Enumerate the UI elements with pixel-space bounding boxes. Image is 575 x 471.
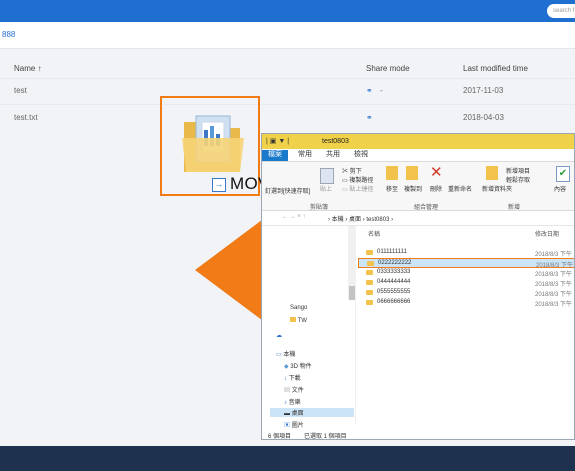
address-path[interactable]: › 本機 › 桌面 › test0803 ›: [328, 214, 393, 223]
pin-quick-access-button[interactable]: 釘選到[快速存取]: [265, 186, 310, 195]
nav-item-onedrive[interactable]: ☁: [276, 332, 282, 339]
column-name[interactable]: 名稱: [368, 229, 380, 238]
quick-access-toolbar[interactable]: | ▣ ▼ |: [266, 137, 289, 145]
nav-item-3d-objects[interactable]: ◆ 3D 物件: [284, 361, 312, 370]
nav-item-tw[interactable]: TW: [290, 317, 307, 324]
nav-item-pictures[interactable]: ▣ 圖片: [284, 420, 304, 429]
ribbon-group-label: 新增: [508, 205, 521, 211]
folder-row-selected[interactable]: 0222222222 2018/8/3 下午: [358, 258, 574, 269]
ribbon-panel: 釘選到[快速存取] 貼上 ✂ 剪下 ▭ 複製路徑 ▭ 貼上捷徑 移至 複製到 ✕…: [262, 162, 574, 211]
folder-row[interactable]: 0444444444 2018/8/3 下午: [358, 278, 574, 288]
folder-row[interactable]: 0111111111 2018/8/3 下午: [358, 248, 574, 258]
tab-file[interactable]: 檔案: [262, 150, 288, 161]
move-to-button[interactable]: 移至: [386, 184, 398, 193]
explorer-title-bar: | ▣ ▼ | test0803: [262, 134, 574, 149]
picture-icon: ▣: [284, 423, 291, 429]
ribbon-group-label: 組合管理: [414, 205, 439, 211]
properties-button[interactable]: 內容: [554, 184, 566, 193]
tab-view[interactable]: 檢視: [348, 150, 374, 161]
folder-row[interactable]: 0333333333 2018/8/3 下午: [358, 268, 574, 278]
paste-button[interactable]: 貼上: [320, 184, 332, 193]
folder-icon: [290, 317, 296, 322]
cloud-icon: ☁: [276, 333, 282, 339]
column-date[interactable]: 修改日期: [535, 229, 559, 238]
paste-icon: [320, 168, 334, 184]
nav-item-downloads[interactable]: ↓ 下載: [284, 373, 301, 382]
folder-icon: [366, 290, 373, 295]
nav-item-desktop[interactable]: ▬ 桌面: [270, 408, 354, 417]
properties-icon: ✔: [556, 166, 570, 182]
computer-icon: ▭: [276, 352, 282, 358]
easy-access-button[interactable]: 輕鬆存取: [506, 175, 530, 184]
desktop-icon: ▬: [284, 411, 290, 417]
tab-home[interactable]: 常用: [292, 150, 318, 161]
move-to-icon: [386, 166, 398, 180]
explorer-title: test0803: [322, 138, 349, 145]
folder-icon: [367, 261, 374, 266]
cut-button[interactable]: ✂ 剪下: [342, 166, 362, 175]
folder-icon: [366, 250, 373, 255]
status-bar: 6 個項目 已選取 1 個項目: [262, 430, 574, 440]
cube-icon: ◆: [284, 364, 289, 370]
delete-icon: ✕: [430, 164, 443, 181]
nav-item-this-pc[interactable]: ▭ 本機: [276, 349, 295, 358]
item-count: 6 個項目: [268, 434, 292, 440]
folder-drag-icon: [182, 115, 244, 172]
download-icon: ↓: [284, 376, 287, 382]
folder-row[interactable]: 0555555555 2018/8/3 下午: [358, 288, 574, 298]
nav-arrows-icon[interactable]: ← → ˅ ↑: [282, 214, 306, 220]
tab-share[interactable]: 共用: [320, 150, 346, 161]
address-bar[interactable]: ← → ˅ ↑ › 本機 › 桌面 › test0803 ›: [262, 211, 574, 226]
move-arrow-icon: →: [212, 178, 226, 192]
ribbon-tabs: 檔案 常用 共用 檢視: [262, 149, 574, 162]
folder-icon: [366, 300, 373, 305]
nav-item-documents[interactable]: ▤ 文件: [284, 385, 304, 394]
document-icon: ▤: [284, 388, 291, 394]
new-folder-button[interactable]: 新增資料夾: [482, 184, 512, 193]
copy-to-button[interactable]: 複製到: [404, 184, 422, 193]
folder-icon: [366, 270, 373, 275]
ribbon-group-label: 剪貼簿: [310, 205, 329, 211]
navigation-pane-visible: Sango TW ☁ ▭ 本機 ◆ 3D 物件 ↓ 下載 ▤ 文件 ♪ 音樂 ▬…: [270, 300, 355, 429]
copy-to-icon: [406, 166, 418, 180]
file-list: 名稱 修改日期 0111111111 2018/8/3 下午 0222222222…: [358, 226, 574, 424]
folder-row[interactable]: 0666666666 2018/8/3 下午: [358, 298, 574, 308]
selected-count: 已選取 1 個項目: [304, 434, 347, 440]
folder-icon: [366, 280, 373, 285]
copy-path-button[interactable]: ▭ 複製路徑: [342, 175, 373, 184]
new-item-button[interactable]: 新增項目: [506, 166, 530, 175]
rename-button[interactable]: 重新命名: [448, 184, 472, 193]
delete-button[interactable]: 刪除: [430, 184, 442, 193]
paste-shortcut-button[interactable]: ▭ 貼上捷徑: [342, 184, 373, 193]
nav-item-sango[interactable]: Sango: [290, 305, 307, 311]
nav-item-music[interactable]: ♪ 音樂: [284, 397, 301, 406]
music-icon: ♪: [284, 400, 287, 406]
new-folder-icon: [486, 166, 498, 180]
paste-shortcut-icon: ▭: [342, 187, 348, 193]
